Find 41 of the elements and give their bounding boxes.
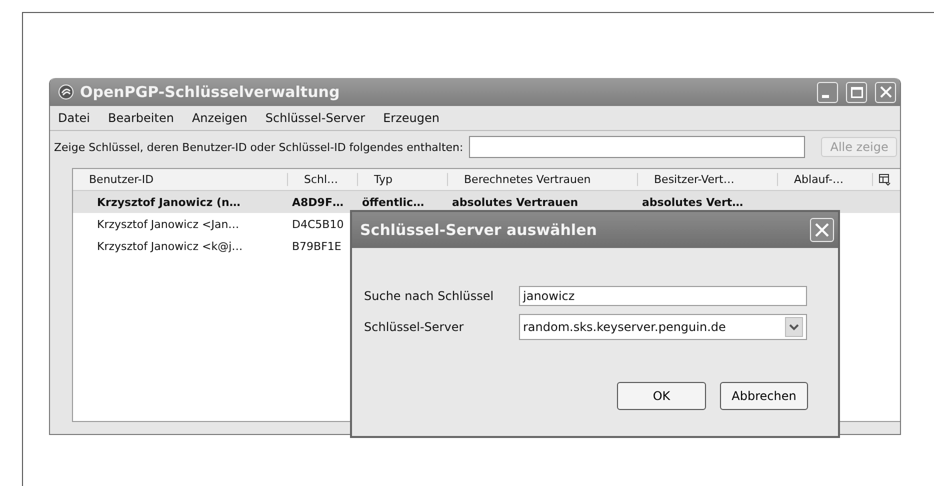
table-cell-text: absolutes Vertrauen — [451, 196, 580, 208]
table-cell-text: öffentlic… — [361, 196, 426, 208]
table-cell-text: absolutes Vert… — [641, 196, 744, 208]
table-row[interactable]: Krzysztof Janowicz (n… A8D9F… öffentlic… absolutes Vertrauen absolutes Vert… — [73, 191, 900, 213]
cancel-button[interactable]: Abbrechen — [720, 382, 808, 410]
table-cell-text: Krzysztof Janowicz <Jan… — [96, 218, 240, 230]
column-header[interactable]: Besitzer-Vert… — [638, 173, 778, 186]
minimize-button[interactable] — [817, 82, 838, 102]
column-header[interactable]: Ablauf-… — [778, 173, 873, 186]
column-picker-icon[interactable] — [879, 174, 891, 186]
column-header[interactable]: Schl… — [288, 173, 358, 186]
dialog-title: Schlüssel-Server auswählen — [360, 221, 598, 239]
maximize-button[interactable] — [846, 82, 867, 102]
app-icon — [58, 84, 74, 100]
table-cell-text: B79BF1E — [291, 240, 342, 252]
field-label: Schlüssel-Server — [364, 320, 465, 334]
column-header[interactable]: Berechnetes Vertrauen — [448, 173, 638, 186]
window-title: OpenPGP-Schlüsselverwaltung — [80, 83, 341, 101]
close-icon — [880, 86, 892, 98]
maximize-icon — [850, 86, 862, 98]
table-cell-text: Krzysztof Janowicz <k@j… — [96, 240, 244, 252]
dropdown-field[interactable]: random.sks.keyserver.penguin.de — [519, 314, 807, 340]
column-header[interactable]: Typ — [358, 173, 448, 186]
input-field[interactable]: janowicz — [519, 286, 807, 306]
table-cell-text: A8D9F… — [291, 196, 344, 208]
ok-button[interactable]: OK — [617, 382, 706, 410]
menu-item[interactable]: Schlüssel-Server — [265, 111, 366, 125]
close-button[interactable] — [875, 82, 896, 102]
menu-item[interactable]: Datei — [58, 111, 90, 125]
close-button[interactable] — [810, 218, 834, 242]
filter-label: Zeige Schlüssel, deren Benutzer-ID oder Schlüssel-ID folgendes enthalten: — [54, 140, 464, 154]
field-label: Suche nach Schlüssel — [364, 289, 495, 303]
close-icon — [814, 222, 830, 238]
menu-item[interactable]: Anzeigen — [192, 111, 248, 125]
table-cell-text: D4C5B10 — [291, 218, 345, 230]
menu-item[interactable]: Erzeugen — [383, 111, 440, 125]
minimize-icon — [822, 94, 828, 98]
menu-item[interactable]: Bearbeiten — [108, 111, 174, 125]
table-cell-text: Krzysztof Janowicz (n… — [96, 196, 242, 208]
column-header[interactable]: Benutzer-ID — [73, 173, 288, 186]
search-field[interactable] — [469, 136, 806, 158]
